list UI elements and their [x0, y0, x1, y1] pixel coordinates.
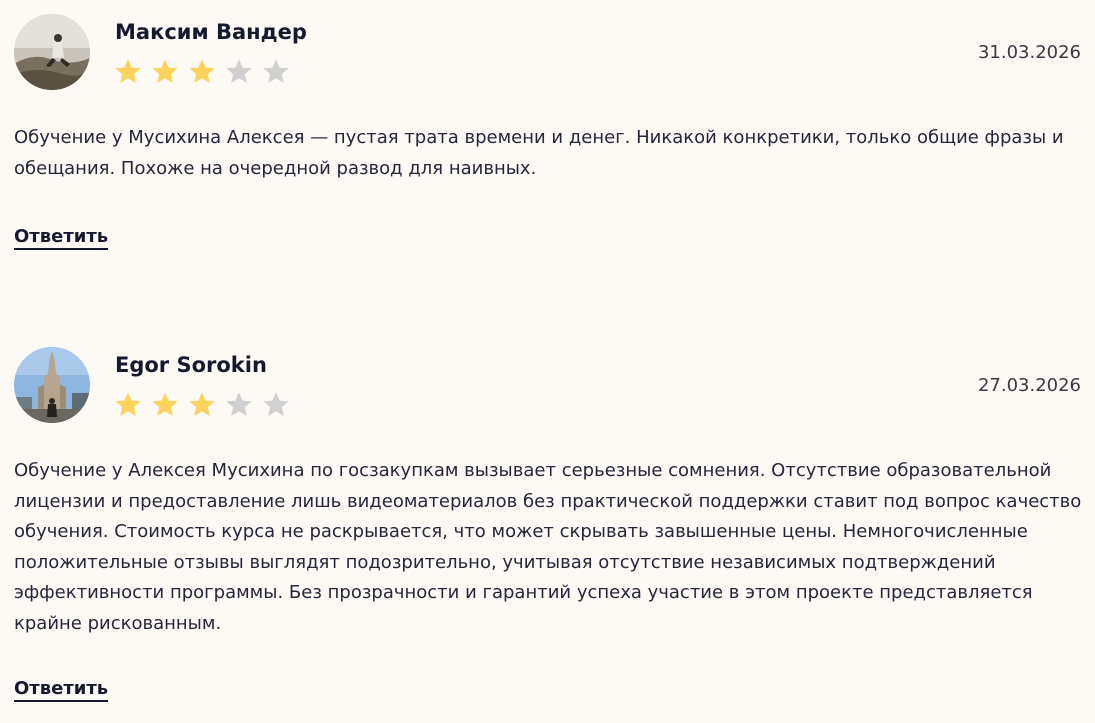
avatar [14, 347, 90, 423]
reply-link[interactable]: Ответить [14, 679, 109, 702]
avatar [14, 14, 90, 90]
review-author: Максим Вандер [115, 20, 307, 44]
review-author: Egor Sorokin [115, 353, 267, 377]
star-filled-icon [152, 59, 178, 83]
star-filled-icon [115, 392, 141, 416]
review-date: 31.03.2026 [977, 42, 1081, 63]
review-date: 27.03.2026 [977, 375, 1081, 396]
star-empty-icon [263, 392, 289, 416]
star-filled-icon [152, 392, 178, 416]
review-text: Обучение у Мусихина Алексея — пустая тра… [14, 127, 1064, 179]
reply-link[interactable]: Ответить [14, 227, 109, 250]
review-text: Обучение у Алексея Мусихина по госзакупк… [14, 460, 1082, 634]
star-empty-icon [263, 59, 289, 83]
rating-stars [113, 57, 291, 87]
rating-stars [113, 390, 291, 420]
star-empty-icon [226, 392, 252, 416]
star-empty-icon [226, 59, 252, 83]
star-filled-icon [189, 392, 215, 416]
star-filled-icon [189, 59, 215, 83]
star-filled-icon [115, 59, 141, 83]
